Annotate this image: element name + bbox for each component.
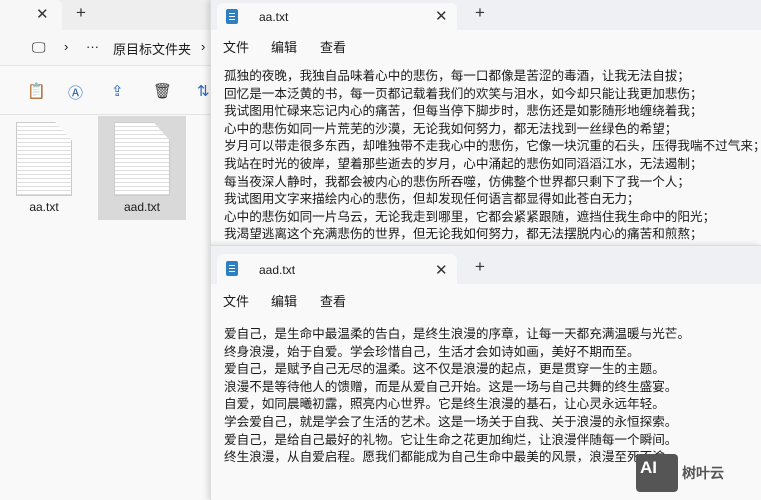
chevron-right-icon: › — [201, 39, 206, 54]
text-line: 我渴望逃离这个充满悲伤的世界，但无论我如何努力，都无法摆脱内心的痛苦和煎熬； — [224, 227, 703, 242]
text-file-icon — [114, 122, 170, 196]
text-line: 爱自己，是生命中最温柔的告白，是终生浪漫的序章，让每一天都充满温暖与光芒。 — [224, 327, 690, 341]
explorer-tab[interactable]: ✕ — [0, 0, 62, 30]
new-tab-plus-icon[interactable]: + — [76, 3, 86, 23]
share-icon[interactable]: ⇪ — [111, 82, 124, 100]
text-line: 心中的悲伤如同一片荒芜的沙漠，无论我如何努力，都无法找到一丝绿色的希望； — [224, 121, 678, 136]
paste-icon[interactable]: 📋 — [27, 82, 46, 100]
chevron-right-icon: › — [64, 39, 69, 54]
new-tab-plus-icon[interactable]: + — [475, 3, 485, 23]
notepad-icon — [226, 261, 238, 276]
explorer-tab-bar: ✕ + — [0, 0, 212, 30]
text-line: 学会爱自己，就是学会了生活的艺术。这是一场关于自我、关于浪漫的永恒探索。 — [224, 414, 678, 429]
address-bar[interactable]: 🖵 › ··· 原目标文件夹 › — [0, 30, 212, 66]
text-line: 自爱，如同晨曦初露，照亮内心世界。它是终生浪漫的基石，让心灵永远年轻。 — [224, 397, 665, 412]
more-icon[interactable]: ··· — [86, 39, 99, 54]
text-line: 孤独的夜晚，我独自品味着心中的悲伤，每一口都像是苦涩的毒酒，让我无法自拔； — [224, 69, 690, 83]
file-name: aa.txt — [29, 200, 59, 214]
breadcrumb[interactable]: 原目标文件夹 — [113, 39, 191, 58]
menu-file[interactable]: 文件 — [223, 37, 249, 56]
text-file-icon — [16, 122, 72, 196]
text-line: 每当夜深人静时，我都会被内心的悲伤所吞噬，仿佛整个世界都只剩下了我一个人； — [224, 174, 690, 189]
menu-bar: 文件 编辑 查看 — [211, 30, 761, 60]
tab-label: aad.txt — [259, 263, 296, 277]
menu-file[interactable]: 文件 — [223, 291, 249, 310]
notepad-icon — [226, 9, 238, 24]
tab-label: aa.txt — [259, 10, 289, 24]
title-bar: aad.txt ✕ + — [211, 246, 761, 284]
close-icon[interactable]: ✕ — [435, 261, 448, 279]
file-name: aad.txt — [123, 200, 161, 214]
tab-aad[interactable]: aad.txt ✕ — [217, 254, 457, 284]
computer-icon[interactable]: 🖵 — [32, 39, 46, 56]
close-icon[interactable]: ✕ — [36, 5, 49, 23]
file-item[interactable]: aa.txt — [0, 116, 88, 220]
close-icon[interactable]: ✕ — [435, 7, 448, 25]
title-bar: aa.txt ✕ + — [211, 0, 761, 30]
menu-bar: 文件 编辑 查看 — [211, 284, 761, 314]
tab-aa[interactable]: aa.txt ✕ — [217, 3, 457, 30]
text-line: 我试图用忙碌来忘记内心的痛苦，但每当停下脚步时，悲伤还是如影随形地缠绕着我； — [224, 104, 703, 119]
text-line: 爱自己，是赋予自己无尽的温柔。这不仅是浪漫的起点，更是贯穿一生的主题。 — [224, 362, 665, 377]
notepad-window-aa: aa.txt ✕ + 文件 编辑 查看 孤独的夜晚，我独自品味着心中的悲伤，每一口… — [210, 0, 761, 245]
text-editor[interactable]: 爱自己，是生命中最温柔的告白，是终生浪漫的序章，让每一天都充满温暖与光芒。 终身… — [211, 314, 761, 467]
explorer-toolbar: 📋 Ⓐ ⇪ 🗑 ⇅ — [0, 70, 212, 115]
text-line: 我试图用文字来描绘内心的悲伤，但却发现任何语言都显得如此苍白无力； — [224, 192, 640, 207]
text-line: 我站在时光的彼岸，望着那些逝去的岁月，心中涌起的悲伤如同滔滔江水，无法遏制； — [224, 156, 703, 171]
text-line: 浪漫不是等待他人的馈赠，而是从爱自己开始。这是一场与自己共舞的终生盛宴。 — [224, 379, 678, 394]
file-explorer: ✕ + 🖵 › ··· 原目标文件夹 › 📋 Ⓐ ⇪ 🗑 ⇅ aa.txt aa… — [0, 0, 212, 500]
menu-edit[interactable]: 编辑 — [271, 37, 297, 56]
new-tab-plus-icon[interactable]: + — [475, 257, 485, 277]
menu-view[interactable]: 查看 — [320, 291, 346, 310]
watermark-logo: AI 树叶云 — [636, 454, 724, 492]
text-line: 回忆是一本泛黄的书，每一页都记载着我们的欢笑与泪水，如今却只能让我更加悲伤； — [224, 86, 703, 101]
text-line: 岁月可以带走很多东西，却唯独带不走我心中的悲伤，它像一块沉重的石头，压得我喘不过… — [224, 139, 761, 154]
sort-icon[interactable]: ⇅ — [197, 82, 210, 100]
watermark-text: 树叶云 — [682, 465, 724, 481]
file-item-selected[interactable]: aad.txt — [98, 116, 186, 220]
text-line: 心中的悲伤如同一片乌云，无论我走到哪里，它都会紧紧跟随，遮挡住我生命中的阳光； — [224, 209, 716, 224]
text-line: 终身浪漫，始于自爱。学会珍惜自己，生活才会如诗如画，美好不期而至。 — [224, 344, 640, 359]
text-editor[interactable]: 孤独的夜晚，我独自品味着心中的悲伤，每一口都像是苦涩的毒酒，让我无法自拔； 回忆… — [211, 60, 761, 244]
menu-edit[interactable]: 编辑 — [271, 291, 297, 310]
ai-badge: AI — [636, 454, 678, 492]
menu-view[interactable]: 查看 — [320, 37, 346, 56]
text-line: 爱自己，是给自己最好的礼物。它让生命之花更加绚烂，让浪漫伴随每一个瞬间。 — [224, 432, 678, 447]
rename-icon[interactable]: Ⓐ — [68, 82, 83, 103]
delete-icon[interactable]: 🗑 — [153, 82, 172, 100]
